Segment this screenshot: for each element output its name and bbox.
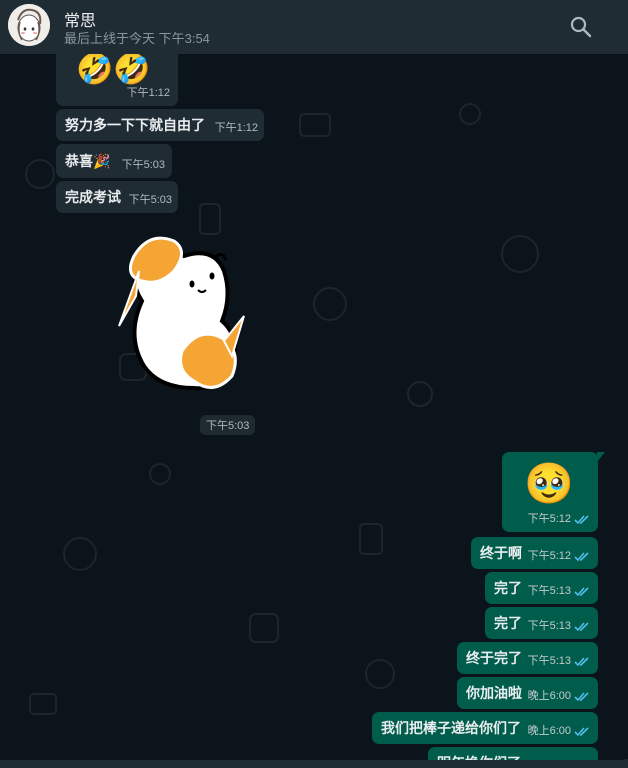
double-check-icon	[574, 586, 589, 596]
message-text: 终于完了	[466, 650, 522, 666]
message-text: 终于啊	[480, 545, 522, 561]
message-time: 下午5:13	[528, 581, 590, 601]
message-bubble[interactable]: 🥹 下午5:12	[502, 452, 598, 532]
compose-bar	[0, 760, 628, 768]
double-check-icon	[574, 656, 589, 666]
double-check-icon	[574, 621, 589, 631]
double-check-icon	[574, 726, 589, 736]
message-time: 晚上6:00	[528, 721, 590, 741]
message-time: 下午5:13	[528, 651, 590, 671]
double-check-icon	[574, 691, 589, 701]
message-bubble[interactable]: 终于啊 下午5:12	[471, 537, 598, 569]
message-time: 下午1:12	[214, 122, 258, 134]
message-time: 下午5:12	[528, 546, 590, 566]
message-time: 下午5:03	[128, 194, 172, 206]
cheerleader-sticker[interactable]	[104, 226, 254, 406]
message-bubble[interactable]: 终于完了 下午5:13	[457, 642, 598, 674]
message-text: 完成考试	[65, 189, 121, 205]
message-bubble[interactable]: 我们把棒子递给你们了 晚上6:00	[372, 712, 598, 744]
message-text: 努力多一下下就自由了	[65, 117, 205, 133]
message-time: 下午5:12	[528, 509, 590, 529]
message-time: 晚上6:00	[528, 686, 590, 706]
message-time: 下午1:12	[126, 87, 170, 99]
sticker-time: 下午5:03	[200, 415, 256, 435]
double-check-icon	[574, 551, 589, 561]
message-text: 你加油啦	[466, 685, 522, 701]
message-text: 恭喜🎉	[65, 153, 111, 169]
message-text: 完了	[494, 615, 522, 631]
message-text: 完了	[494, 580, 522, 596]
search-icon[interactable]	[568, 14, 594, 40]
message-bubble[interactable]: 你加油啦 晚上6:00	[457, 677, 598, 709]
message-time: 下午5:03	[121, 159, 165, 171]
bubble-tail	[597, 452, 605, 462]
message-time: 下午5:13	[528, 616, 590, 636]
message-text: 我们把棒子递给你们了	[381, 720, 521, 736]
message-bubble[interactable]: 恭喜🎉 下午5:03	[56, 144, 172, 178]
avatar[interactable]	[8, 4, 50, 46]
chat-header: 常思 最后上线于今天 下午3:54	[0, 0, 628, 54]
message-bubble[interactable]: 完成考试 下午5:03	[56, 181, 178, 213]
message-text: 🥹	[524, 462, 574, 506]
message-list[interactable]: 🤣🤣 下午1:12 努力多一下下就自由了 下午1:12 恭喜🎉 下午5:03 完…	[0, 54, 628, 768]
message-bubble[interactable]: 🤣🤣 下午1:12	[56, 54, 178, 106]
message-bubble[interactable]: 完了 下午5:13	[485, 572, 598, 604]
double-check-icon	[574, 514, 589, 524]
message-bubble[interactable]: 完了 下午5:13	[485, 607, 598, 639]
last-seen-status: 最后上线于今天 下午3:54	[64, 31, 210, 46]
message-bubble[interactable]: 努力多一下下就自由了 下午1:12	[56, 109, 264, 141]
